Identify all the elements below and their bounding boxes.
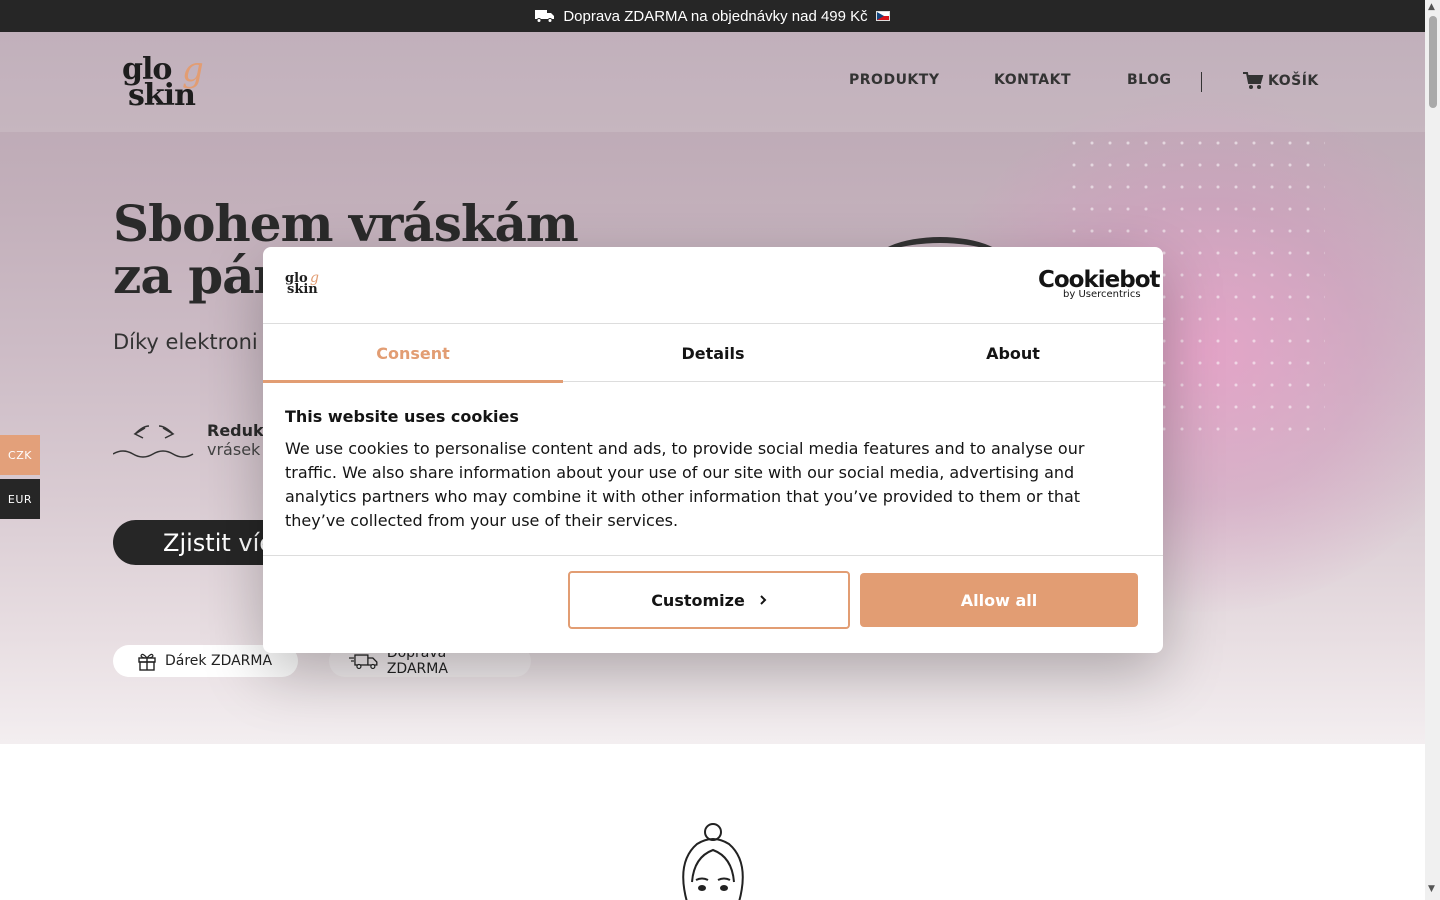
nav-blog[interactable]: BLOG: [1127, 72, 1172, 88]
announcement-bar: Doprava ZDARMA na objednávky nad 499 Kč: [0, 0, 1425, 32]
nav-kontakt[interactable]: KONTAKT: [994, 72, 1071, 88]
cookie-consent-dialog: glo skin g Cookiebot by Usercentrics Con…: [263, 247, 1163, 653]
cart-link[interactable]: KOŠÍK: [1243, 72, 1319, 90]
scroll-up-arrow-icon[interactable]: ▲: [1428, 2, 1435, 12]
cart-icon: [1243, 72, 1264, 89]
gift-icon: [138, 653, 156, 671]
dialog-footer-divider: [263, 555, 1163, 556]
feature-subtitle: vrásek: [207, 440, 261, 459]
truck-icon: [535, 10, 555, 23]
nav-divider: [1201, 72, 1202, 92]
logo-g-mark: g: [182, 50, 204, 90]
dialog-logo-g: g: [310, 270, 319, 286]
face-illustration-icon: [682, 823, 744, 900]
delivery-truck-icon: [349, 654, 378, 670]
tab-details[interactable]: Details: [563, 324, 863, 382]
cookiebot-sublabel: by Usercentrics: [1063, 289, 1141, 300]
dialog-title: This website uses cookies: [285, 407, 519, 426]
scrollbar-thumb[interactable]: [1429, 16, 1437, 108]
dialog-header: glo skin g Cookiebot by Usercentrics: [263, 247, 1163, 324]
page-scrollbar[interactable]: [1425, 0, 1440, 900]
learn-more-label: Zjistit víc: [163, 528, 273, 557]
tab-consent[interactable]: Consent: [263, 324, 563, 383]
site-logo[interactable]: glo skin g: [120, 50, 220, 114]
nav-produkty[interactable]: PRODUKTY: [849, 72, 939, 88]
dialog-tabs: Consent Details About: [263, 324, 1163, 383]
announcement-text: Doprava ZDARMA na objednávky nad 499 Kč: [563, 7, 868, 25]
wrinkle-reduction-icon: [113, 425, 194, 458]
feature-title: Reduk: [207, 421, 264, 440]
dialog-body-text: We use cookies to personalise content an…: [285, 439, 1085, 530]
headline-line-1: Sbohem vráskám: [113, 194, 579, 253]
dialog-site-logo: glo skin g: [285, 270, 325, 301]
chevron-right-icon: [760, 595, 767, 605]
free-gift-label: Dárek ZDARMA: [165, 653, 273, 669]
cart-label: KOŠÍK: [1268, 73, 1319, 89]
allow-all-label: Allow all: [960, 590, 1038, 610]
customize-label: Customize: [651, 590, 745, 610]
scroll-down-arrow-icon[interactable]: ▼: [1428, 884, 1435, 894]
currency-eur[interactable]: EUR: [0, 479, 40, 519]
czech-flag-icon: [875, 11, 890, 21]
allow-all-button[interactable]: Allow all: [860, 573, 1138, 627]
hero-subtitle: Díky elektroni: [113, 330, 258, 354]
customize-button[interactable]: Customize: [568, 571, 850, 629]
tab-about[interactable]: About: [863, 324, 1163, 382]
currency-czk[interactable]: CZK: [0, 435, 40, 475]
